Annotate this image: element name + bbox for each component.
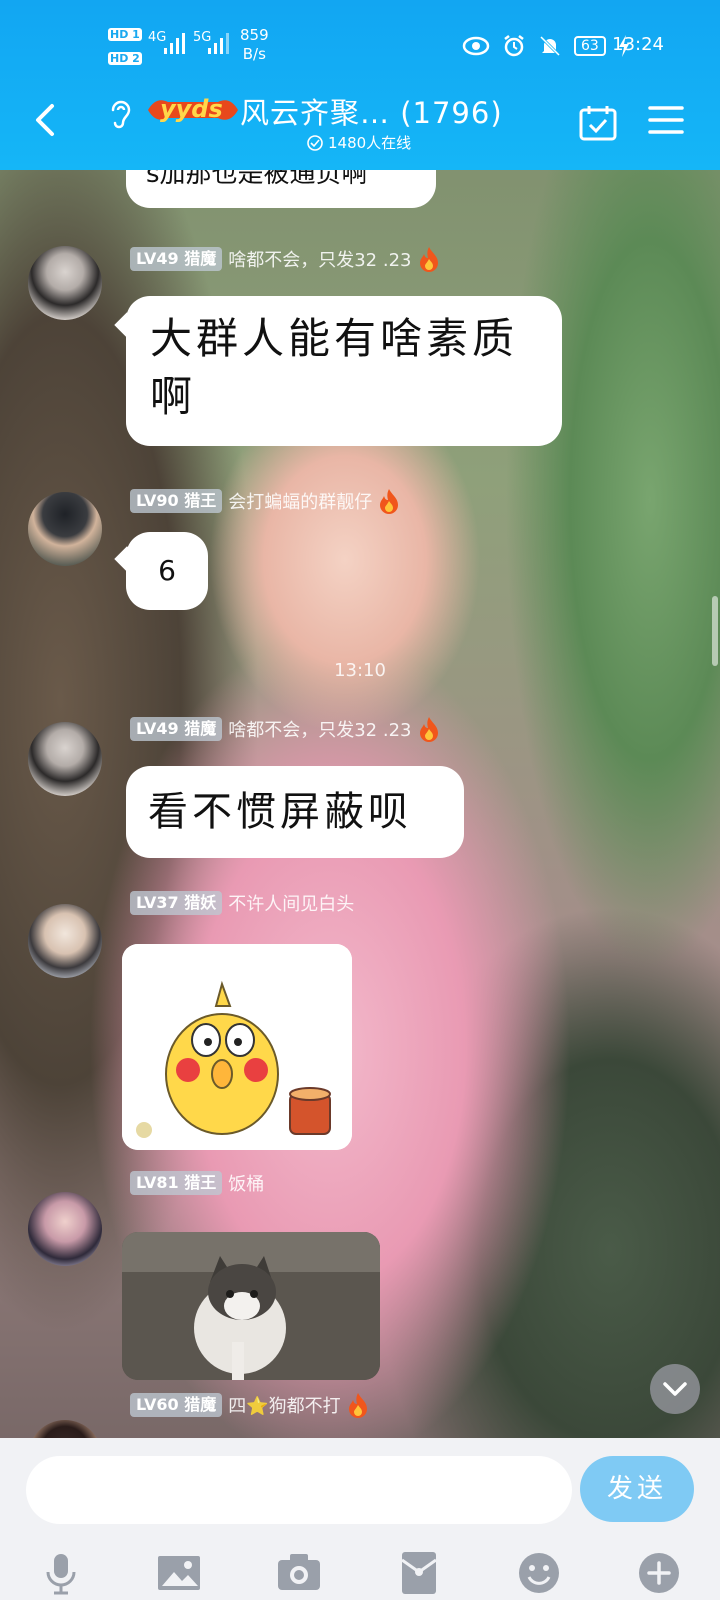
chat-area[interactable]: s加那也是被通负啊 LV49 猎魔 啥都不会，只发32 .23 大群人能有啥素质… [0,170,720,1438]
sender-name[interactable]: 饭桶 [228,1170,264,1196]
online-count[interactable]: 1480人在线 [306,132,411,153]
message-meta: LV49 猎魔 啥都不会，只发32 .23 [130,716,440,742]
hd2-badge: HD 2 [108,52,142,65]
sticker-image[interactable] [122,944,352,1150]
send-button[interactable]: 发送 [580,1456,694,1522]
avatar[interactable] [28,1192,102,1266]
back-button[interactable] [28,100,64,140]
fire-icon [348,1393,367,1418]
level-badge: LV49 猎魔 [130,247,223,271]
avatar[interactable] [28,722,102,796]
avatar[interactable] [28,492,102,566]
message-input[interactable] [26,1456,572,1524]
ear-icon[interactable] [106,96,134,130]
fire-icon [380,489,399,514]
level-badge: LV90 猎王 [130,489,223,513]
microphone-icon[interactable] [38,1550,84,1596]
plus-icon[interactable] [636,1550,682,1596]
signal-icon [164,33,185,54]
image-icon[interactable] [156,1550,202,1596]
level-badge: LV37 猎妖 [130,891,223,915]
input-bar: 发送 [0,1438,720,1600]
calendar-checkin-icon[interactable] [578,104,618,142]
cat-photo-icon [122,1232,380,1380]
check-circle-icon [307,134,323,151]
chevron-down-icon [663,1382,687,1396]
message-meta: LV37 猎妖 不许人间见白头 [130,890,354,916]
status-bar: HD 1 HD 2 4G 5G 859 B/s 63 13:24 [0,0,720,90]
time-divider: 13:10 [334,660,386,681]
sender-name[interactable]: 不许人间见白头 [228,890,354,916]
cat-image[interactable] [122,1232,380,1380]
scroll-indicator[interactable] [712,596,718,666]
avatar[interactable] [28,1420,102,1438]
mute-bell-icon [539,35,561,57]
message-bubble[interactable]: 6 [126,532,208,610]
sender-name[interactable]: 啥都不会，只发32 .23 [228,246,411,272]
sender-name[interactable]: 会打蝙蝠的群靓仔 [228,488,372,514]
menu-icon[interactable] [648,104,684,136]
message-meta: LV81 猎王 饭桶 [130,1170,264,1196]
sender-name[interactable]: 啥都不会，只发32 .23 [228,716,411,742]
level-badge: LV49 猎魔 [130,717,223,741]
level-badge: LV60 猎魔 [130,1393,223,1417]
signal2-icon [208,33,229,54]
alarm-icon [504,35,524,57]
message-meta: LV60 猎魔 四⭐狗都不打 [130,1392,369,1418]
network-speed: 859 B/s [240,26,269,63]
group-badge: yyds [146,92,240,128]
duck-sticker-icon [122,944,352,1150]
message-bubble[interactable]: s加那也是被通负啊 [126,170,436,208]
camera-icon[interactable] [276,1550,322,1596]
fire-icon [419,247,438,272]
message-bubble[interactable]: 大群人能有啥素质啊 [126,296,562,446]
top-bar: HD 1 HD 2 4G 5G 859 B/s 63 13:24 yyds 风云齐… [0,0,720,170]
level-badge: LV81 猎王 [130,1171,223,1195]
message-meta: LV90 猎王 会打蝙蝠的群靓仔 [130,488,400,514]
eye-icon [462,36,490,56]
scroll-to-bottom-button[interactable] [650,1364,700,1414]
emoji-icon[interactable] [516,1550,562,1596]
avatar[interactable] [28,246,102,320]
sender-name[interactable]: 四⭐狗都不打 [228,1392,340,1418]
red-packet-icon[interactable] [396,1550,442,1596]
message-meta: LV49 猎魔 啥都不会，只发32 .23 [130,246,440,272]
fire-icon [419,717,438,742]
clock: 13:24 [612,34,664,55]
avatar[interactable] [28,904,102,978]
input-toolbar [0,1544,720,1598]
hd1-badge: HD 1 [108,28,142,41]
group-title[interactable]: 风云齐聚… (1796) [240,90,503,132]
message-bubble[interactable]: 看不惯屏蔽呗 [126,766,464,858]
battery-level: 63 [574,36,606,56]
